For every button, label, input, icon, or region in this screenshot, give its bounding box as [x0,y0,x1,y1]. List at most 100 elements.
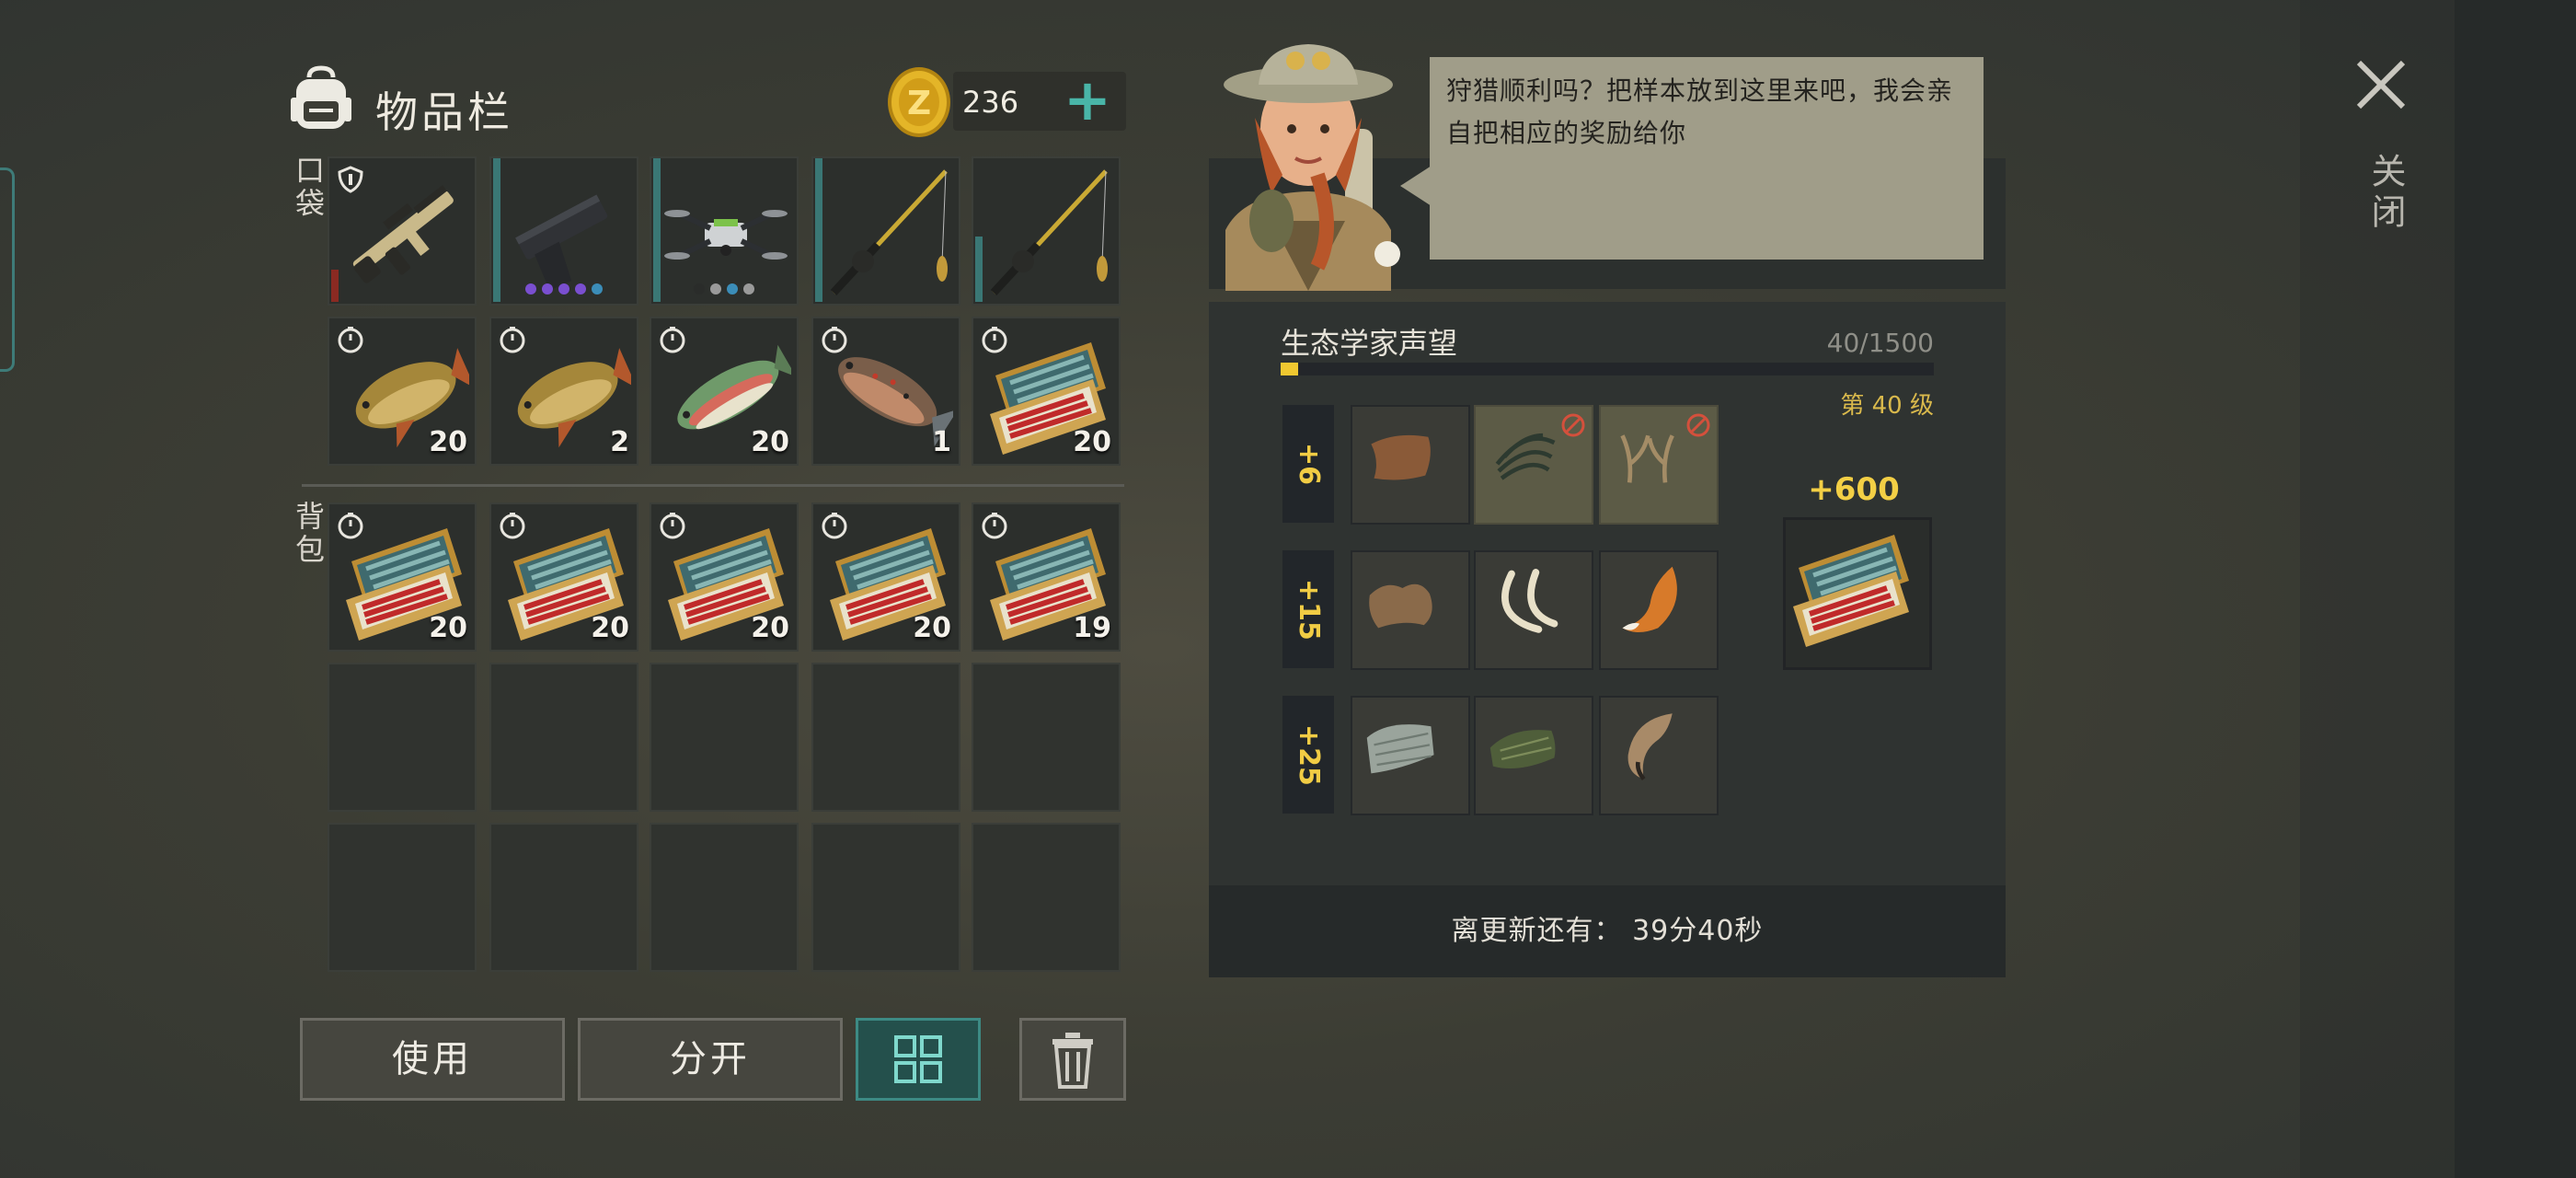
timer-icon [660,513,685,539]
tier-item-scale-hide[interactable] [1474,696,1593,815]
split-button[interactable]: 分开 [578,1018,843,1101]
right-edge-strip [2455,0,2576,1178]
inventory-slot-carp[interactable]: 20 [328,317,477,466]
inventory-slot-pistol[interactable] [489,156,638,306]
pocket-label: 口袋 [291,155,326,221]
inventory-slot-empty[interactable] [972,663,1121,812]
tier-item-leather[interactable] [1351,405,1470,525]
inventory-slot-drone[interactable] [650,156,799,306]
shield-icon [338,166,363,193]
tier-item-fox-tail[interactable] [1599,550,1719,670]
inventory-slot-ammo-case[interactable]: 20 [328,502,477,652]
ammo-case-icon [1793,535,1909,647]
leather-icon [1371,434,1431,480]
item-quantity: 19 [1073,612,1111,644]
tier-points: +6 [1282,405,1334,523]
unavailable-icon [1686,413,1710,437]
inventory-slot-ammo-case[interactable]: 20 [489,502,638,652]
inventory-slot-empty[interactable] [811,663,960,812]
backpack-label: 背包 [291,501,326,567]
inventory-slot-empty[interactable] [489,823,638,972]
reputation-bar-fill [1281,363,1298,375]
sort-grid-button[interactable] [856,1018,981,1101]
page-title: 物品栏 [375,87,513,137]
inventory-slot-trout[interactable]: 1 [811,317,960,466]
fox-tail-icon [1622,566,1677,633]
inventory-slot-assault-rifle[interactable] [328,156,477,306]
timer-icon [822,327,847,353]
upgrade-dots [651,283,797,294]
item-quantity: 20 [751,426,789,458]
snake-skin-icon [1366,724,1434,774]
horn-icon [1627,713,1673,781]
item-quantity: 20 [751,612,789,644]
durability-bar [331,270,339,302]
use-button[interactable]: 使用 [300,1018,565,1101]
item-quantity: 20 [429,612,467,644]
coin-count: 236 [962,85,1019,120]
item-quantity: 2 [610,426,629,458]
tier-item-fur-pelt[interactable] [1351,550,1470,670]
inventory-slot-fishing-rod[interactable] [811,156,960,306]
close-icon[interactable] [2352,55,2410,114]
reputation-value: 40/1500 [1826,328,1934,358]
tier-points: +15 [1282,550,1334,668]
item-quantity: 20 [591,612,629,644]
inventory-slot-empty[interactable] [811,823,960,972]
fishing-rod-icon [990,169,1108,296]
inventory-slot-carp[interactable]: 2 [489,317,638,466]
backpack-icon [291,65,351,129]
reward-points: +600 [1808,471,1900,508]
add-coins-button[interactable]: + [1058,72,1117,133]
item-quantity: 1 [932,426,951,458]
item-quantity: 20 [1073,426,1111,458]
timer-icon [500,513,525,539]
tusk-icon [1501,569,1558,633]
left-edge-tab[interactable] [0,167,15,372]
fur-pelt-icon [1369,583,1432,629]
inventory-slot-salmon[interactable]: 20 [650,317,799,466]
inventory-slot-empty[interactable] [328,663,477,812]
reward-item-slot[interactable] [1783,517,1932,670]
drone-icon [664,210,788,260]
trash-icon [1052,1033,1093,1089]
unavailable-icon [1561,413,1585,437]
item-quantity: 20 [429,426,467,458]
inventory-slot-ammo-case[interactable]: 20 [811,502,960,652]
inventory-slot-ammo-case[interactable]: 20 [972,317,1121,466]
coin-icon: Z [888,67,950,137]
trash-button[interactable] [1019,1018,1126,1101]
inventory-slot-fishing-rod[interactable] [972,156,1121,306]
timer-icon [982,513,1007,539]
reputation-bar [1281,363,1934,375]
inventory-slot-empty[interactable] [328,823,477,972]
tier-points: +25 [1282,696,1334,814]
grid-icon [894,1035,942,1083]
tier-item-tusk[interactable] [1474,550,1593,670]
inventory-slot-empty[interactable] [650,663,799,812]
inventory-slot-empty[interactable] [972,823,1121,972]
close-label[interactable]: 关闭 [2361,153,2411,234]
tier-item-horn[interactable] [1599,696,1719,815]
inventory-slot-empty[interactable] [650,823,799,972]
reputation-level: 第 40 级 [1840,392,1934,420]
pistol-icon [515,194,608,291]
durability-bar [815,158,822,302]
inventory-slot-ammo-case[interactable]: 20 [650,502,799,652]
tier-item-feather-bundle[interactable] [1474,405,1593,525]
timer-icon [500,327,525,353]
upgrade-dots [491,283,637,294]
fishing-rod-icon [830,169,948,296]
reputation-title: 生态学家声望 [1281,326,1458,361]
ecologist-portrait [1224,44,1400,291]
item-quantity: 20 [913,612,951,644]
timer-icon [822,513,847,539]
inventory-slot-ammo-case[interactable]: 19 [972,502,1121,652]
svg-text:Z: Z [907,85,931,122]
tier-item-snake-skin[interactable] [1351,696,1470,815]
durability-bar [493,158,500,302]
inventory-slot-empty[interactable] [489,663,638,812]
npc-dialog: 狩猎顺利吗？把样本放到这里来吧，我会亲自把相应的奖励给你 [1430,57,1984,260]
dialog-tail [1400,166,1432,206]
tier-item-antler[interactable] [1599,405,1719,525]
